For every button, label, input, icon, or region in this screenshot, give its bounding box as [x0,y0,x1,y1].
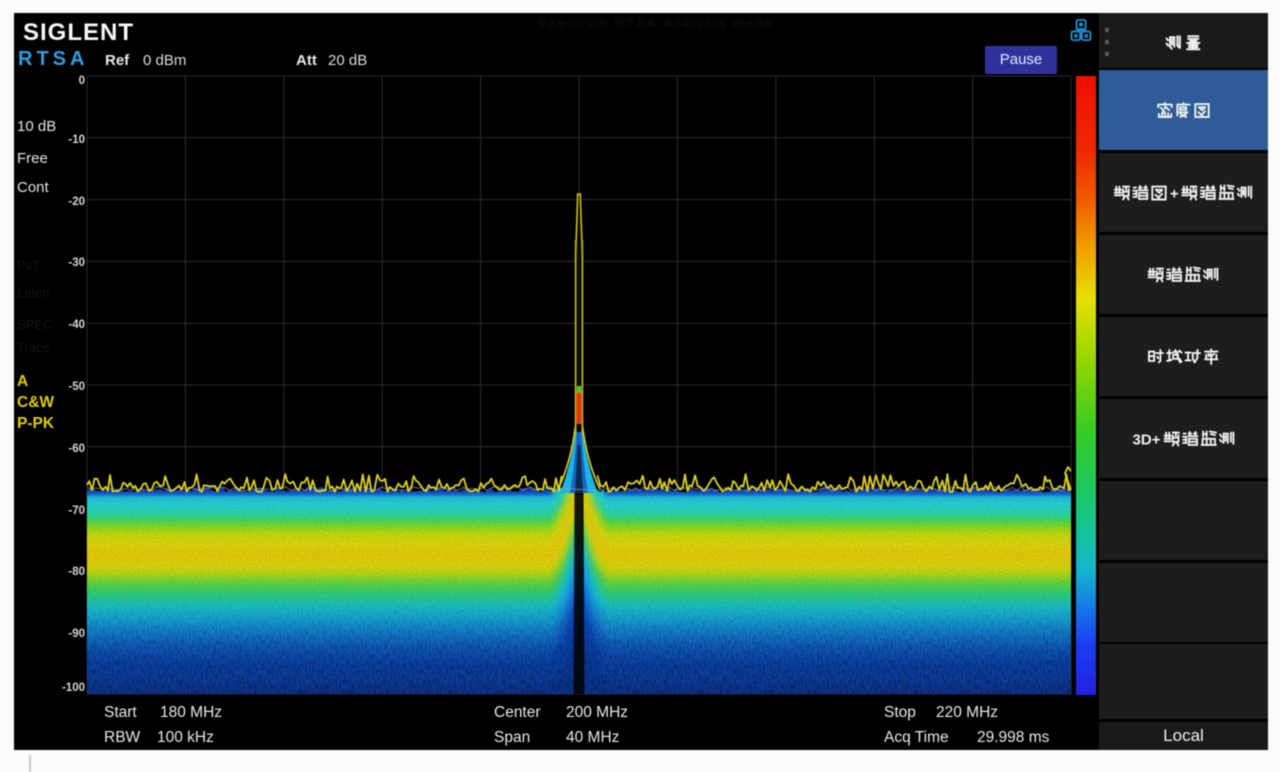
svg-text:+: + [1170,186,1179,203]
svg-text:3D+: 3D+ [1133,432,1161,449]
